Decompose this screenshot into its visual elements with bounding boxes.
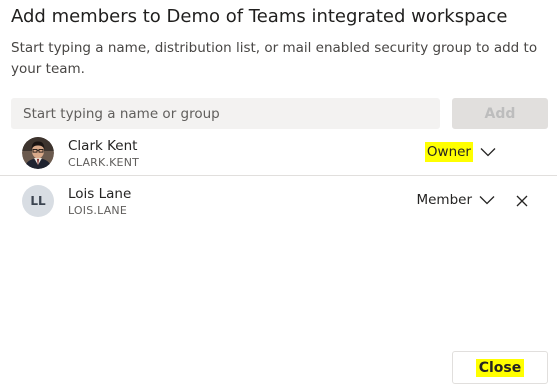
member-username: LOIS.LANE	[68, 204, 128, 217]
add-button[interactable]: Add	[452, 98, 548, 129]
close-button[interactable]: Close	[452, 351, 548, 384]
member-row: LL Lois Lane LOIS.LANE Member	[0, 178, 557, 224]
chevron-down-icon[interactable]	[479, 145, 497, 159]
member-search-input[interactable]	[11, 98, 440, 129]
member-name: Lois Lane	[68, 186, 132, 202]
member-role-dropdown[interactable]: Member	[416, 190, 472, 210]
add-members-dialog: Add members to Demo of Teams integrated …	[0, 0, 557, 391]
dialog-description: Start typing a name, distribution list, …	[11, 40, 538, 77]
close-button-label: Close	[475, 358, 525, 377]
close-icon[interactable]	[514, 193, 530, 209]
member-name: Clark Kent	[68, 138, 138, 154]
avatar	[22, 137, 54, 169]
user-photo	[22, 137, 54, 169]
member-role-dropdown[interactable]: Owner	[424, 142, 473, 162]
dialog-title: Add members to Demo of Teams integrated …	[11, 6, 508, 27]
avatar: LL	[22, 185, 54, 217]
chevron-down-icon[interactable]	[478, 193, 496, 207]
member-row: Clark Kent CLARK.KENT Owner	[0, 130, 557, 176]
member-username: CLARK.KENT	[68, 156, 140, 169]
